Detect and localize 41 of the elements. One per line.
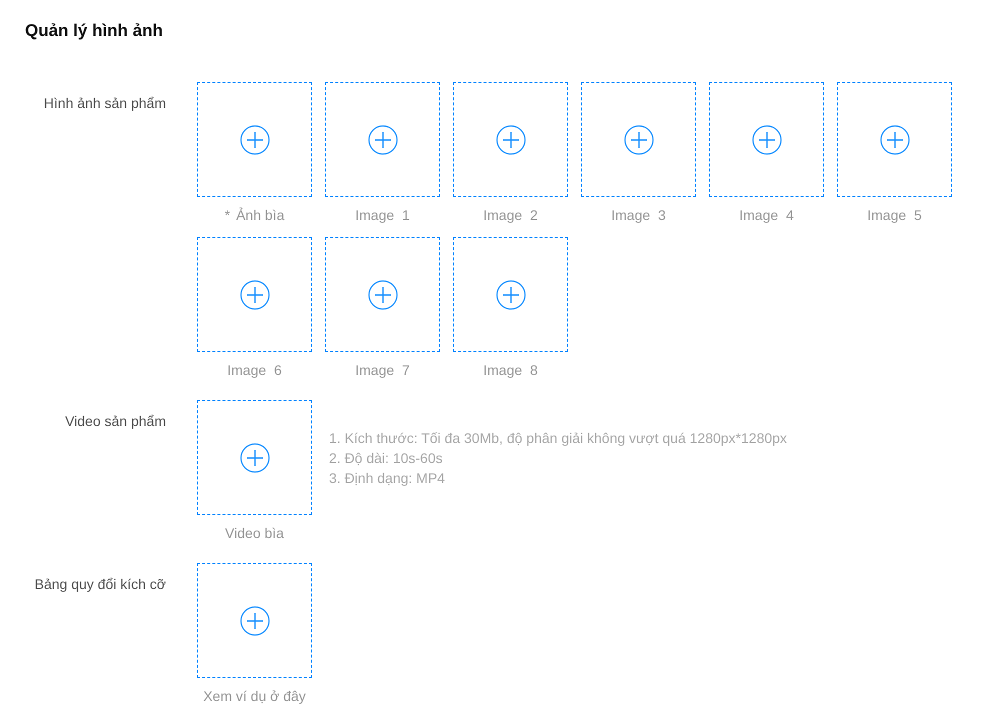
upload-box[interactable] (837, 82, 952, 197)
upload-caption: Image 4 (739, 207, 794, 223)
field-label: Bảng quy đổi kích cỡ (34, 575, 166, 594)
add-icon (240, 124, 270, 154)
hint-text: 2. Độ dài: 10s-60s (329, 449, 444, 468)
upload-box[interactable] (197, 237, 312, 352)
upload-box[interactable] (325, 82, 440, 197)
upload-caption: Image 1 (355, 207, 410, 223)
upload-caption: Image 2 (483, 207, 538, 223)
add-icon (496, 280, 526, 310)
upload-caption: Video bìa (225, 525, 284, 541)
add-icon (368, 124, 398, 154)
upload-caption: Image 5 (867, 207, 922, 223)
upload-caption: Image 8 (483, 362, 538, 378)
upload-box[interactable] (453, 82, 568, 197)
upload-box[interactable] (581, 82, 696, 197)
hint-text: 3. Định dạng: MP4 (329, 469, 446, 488)
add-icon (368, 280, 398, 310)
upload-box[interactable] (709, 82, 824, 197)
add-icon (880, 124, 910, 154)
page-title: Quản lý hình ảnh (25, 21, 164, 41)
upload-box[interactable] (197, 400, 312, 515)
upload-caption: Xem ví dụ ở đây (203, 688, 306, 704)
field-label: Video sản phẩm (64, 412, 166, 431)
upload-caption: Ảnh bìa (236, 207, 284, 223)
add-icon (752, 124, 782, 154)
add-icon (240, 280, 270, 310)
upload-caption: Image 7 (355, 362, 410, 378)
add-icon (240, 442, 270, 472)
upload-caption: Image 3 (611, 207, 666, 223)
field-label: Hình ảnh sản phẩm (42, 94, 166, 113)
upload-box[interactable] (325, 237, 440, 352)
add-icon (624, 124, 654, 154)
hint-text: 1. Kích thước: Tối đa 30Mb, độ phân giải không vượt quá 1280px*1280px (329, 429, 787, 448)
upload-caption: Image 6 (227, 362, 282, 378)
upload-box[interactable] (197, 82, 312, 197)
required-mark: * (224, 207, 230, 223)
add-icon (240, 606, 270, 636)
upload-box[interactable] (197, 563, 312, 678)
add-icon (496, 124, 526, 154)
upload-box[interactable] (453, 237, 568, 352)
